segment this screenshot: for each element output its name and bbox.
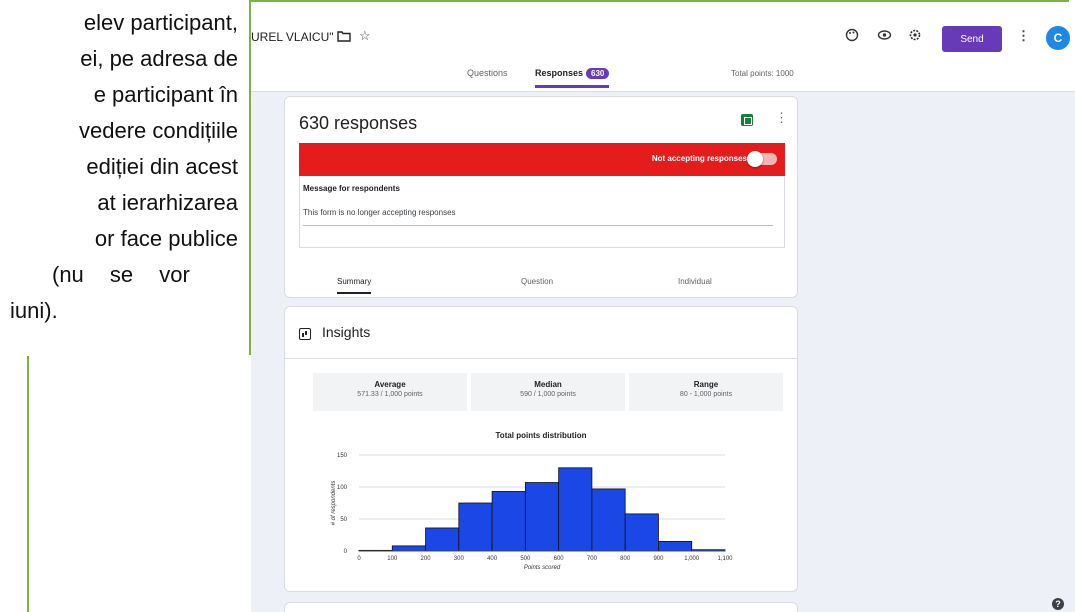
document-text-fragment: elev participant, ei, pe adresa de e par… — [0, 0, 250, 356]
accepting-responses-toggle[interactable] — [747, 151, 777, 167]
folder-icon[interactable] — [337, 30, 351, 45]
doc-line: ediției din acest — [86, 154, 238, 179]
y-tick-label: 100 — [337, 485, 348, 491]
responses-count-heading: 630 responses — [299, 113, 418, 133]
doc-line: at ierarhizarea — [97, 190, 238, 215]
frame-border-top — [249, 0, 1069, 2]
next-card-top — [284, 602, 798, 612]
account-avatar[interactable]: C — [1046, 26, 1070, 50]
preview-eye-icon[interactable] — [877, 28, 892, 45]
message-label: Message for respondents — [303, 184, 400, 193]
histogram-bar — [491, 491, 526, 552]
stat-median: Median 590 / 1,000 points — [471, 373, 625, 411]
x-tick-label: 400 — [487, 556, 498, 562]
stat-value: 80 - 1,000 points — [679, 391, 733, 398]
points-distribution-chart: 0 50 100 150 0 100 200 300 400 500 600 700 800 900 1,0… — [331, 453, 733, 571]
stat-label: Average — [374, 380, 406, 389]
y-axis-label: # of respondents — [331, 481, 337, 526]
histogram-bar — [658, 541, 693, 552]
x-tick-label: 600 — [554, 556, 565, 562]
histogram-bar — [458, 502, 493, 552]
stat-range: Range 80 - 1,000 points — [629, 373, 783, 411]
frame-border-left — [249, 0, 251, 355]
y-tick-label: 50 — [340, 517, 347, 523]
star-icon[interactable]: ☆ — [359, 29, 371, 43]
toggle-knob — [747, 151, 763, 167]
histogram-bar — [624, 513, 659, 552]
doc-line: e participant în — [93, 82, 238, 107]
sub-tab-question[interactable]: Question — [521, 277, 553, 286]
doc-line: ei, pe adresa de — [80, 46, 238, 71]
x-tick-label: 1,000 — [684, 556, 700, 562]
insights-header: Insights — [285, 307, 797, 359]
stat-value: 590 / 1,000 points — [520, 391, 576, 398]
insights-chart-icon — [299, 328, 311, 340]
tab-questions[interactable]: Questions — [467, 68, 508, 78]
doc-line: iuni). — [10, 298, 58, 323]
stat-label: Median — [534, 380, 562, 389]
stat-average: Average 571.33 / 1,000 points — [313, 373, 467, 411]
y-tick-label: 0 — [344, 549, 348, 555]
stat-value: 571.33 / 1,000 points — [357, 391, 423, 398]
y-tick-label: 150 — [337, 453, 348, 459]
insights-title: Insights — [322, 324, 371, 340]
more-options-icon[interactable]: ⋮ — [1017, 29, 1030, 43]
x-tick-label: 500 — [520, 556, 531, 562]
x-tick-label: 0 — [357, 556, 361, 562]
stat-label: Range — [693, 380, 719, 389]
tab-responses-label: Responses — [535, 68, 584, 78]
palette-icon[interactable] — [845, 28, 859, 45]
doc-line: elev participant, — [83, 10, 238, 35]
form-tabs: Questions Responses 630 Total points: 100… — [251, 68, 1075, 90]
doc-line: or face publice — [94, 226, 238, 251]
x-tick-label: 800 — [620, 556, 631, 562]
x-tick-label: 1,100 — [717, 556, 733, 562]
histogram-bar — [425, 527, 460, 552]
responses-summary-card: 630 responses ⋮ Not accepting responses … — [284, 96, 798, 298]
sub-tab-individual[interactable]: Individual — [678, 277, 712, 286]
frame-border-lower — [27, 356, 29, 612]
x-tick-label: 200 — [421, 556, 432, 562]
message-text-field[interactable]: This form is no longer accepting respons… — [303, 208, 773, 226]
help-icon[interactable]: ? — [1052, 598, 1064, 610]
x-tick-label: 300 — [454, 556, 465, 562]
histogram-bar — [591, 488, 626, 552]
google-sheets-icon[interactable] — [741, 114, 753, 126]
histogram-bar — [524, 482, 560, 552]
x-tick-label: 900 — [653, 556, 664, 562]
settings-gear-icon[interactable] — [908, 28, 922, 45]
doc-line: vedere condițiile — [79, 118, 238, 143]
responses-count-badge: 630 — [586, 68, 610, 79]
x-axis-label: Points scored — [524, 565, 561, 571]
more-options-icon[interactable]: ⋮ — [775, 110, 788, 126]
total-points-label: Total points: 1000 — [731, 69, 794, 78]
not-accepting-banner: Not accepting responses — [299, 143, 785, 176]
histogram-bar — [391, 545, 426, 552]
histogram-bar — [558, 467, 593, 552]
chart-title: Total points distribution — [495, 431, 587, 440]
x-tick-label: 700 — [587, 556, 598, 562]
send-button[interactable]: Send — [942, 26, 1002, 52]
form-title[interactable]: UREL VLAICU" — [251, 30, 334, 44]
forms-header: UREL VLAICU" ☆ Send ⋮ C Questions Respon… — [251, 2, 1075, 92]
doc-line: (nu se vor — [52, 262, 190, 287]
accepting-status-label: Not accepting responses — [651, 154, 747, 163]
respondent-message-box: Message for respondents This form is no … — [299, 176, 785, 248]
sub-tab-summary[interactable]: Summary — [337, 277, 372, 294]
x-tick-label: 100 — [387, 556, 398, 562]
tab-responses[interactable]: Responses 630 — [535, 68, 610, 88]
insights-card: Insights Average 571.33 / 1,000 points M… — [284, 306, 798, 592]
